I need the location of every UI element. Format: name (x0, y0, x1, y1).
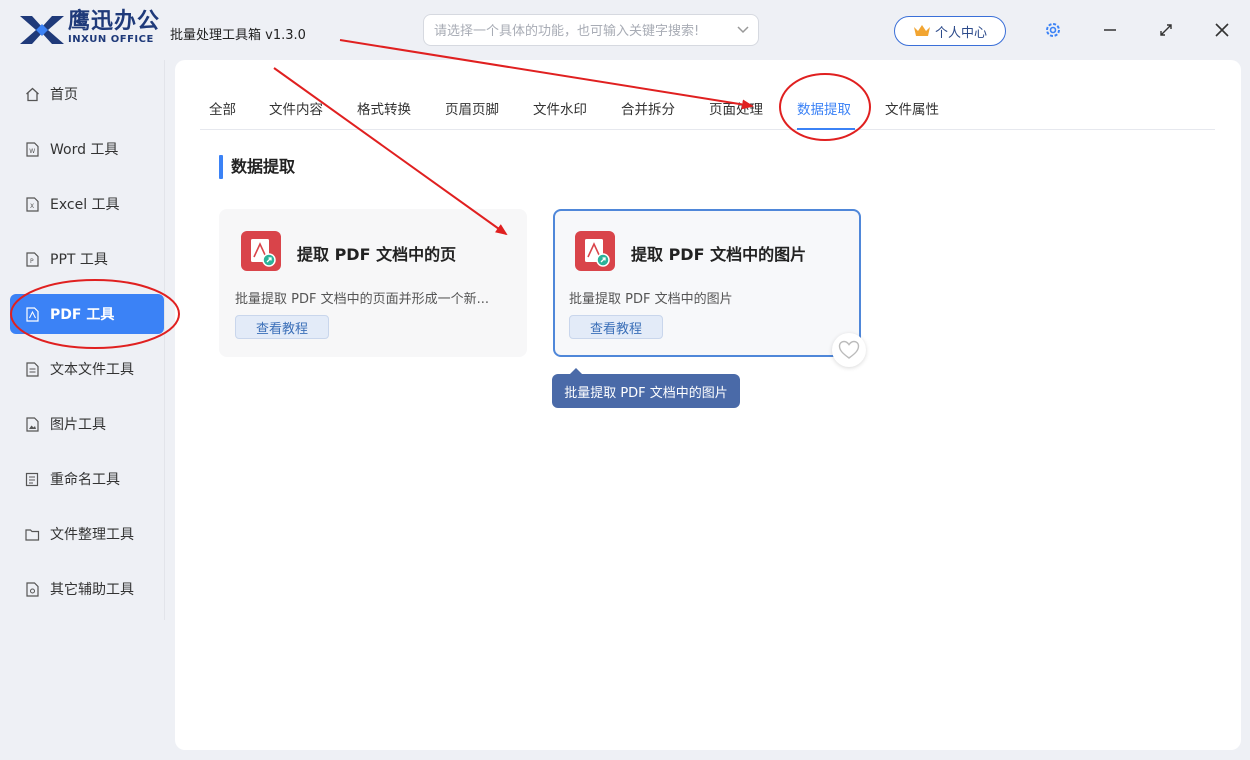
sidebar-item-label: PPT 工具 (50, 252, 108, 268)
sidebar-item-label: 首页 (50, 87, 78, 103)
card-title: 提取 PDF 文档中的图片 (631, 245, 807, 264)
sidebar-item-label: 文本文件工具 (50, 362, 134, 378)
user-center-label: 个人中心 (934, 25, 987, 41)
gear-icon[interactable] (1043, 20, 1063, 40)
sidebar-item-word[interactable]: W Word 工具 (10, 129, 164, 169)
sidebar-item-label: 重命名工具 (50, 472, 120, 488)
sidebar-item-label: 文件整理工具 (50, 527, 134, 543)
brand-name: 鹰迅办公 (68, 9, 161, 34)
search-box[interactable] (423, 14, 759, 46)
svg-text:W: W (29, 148, 35, 155)
sidebar-item-ppt[interactable]: P PPT 工具 (10, 239, 164, 279)
tab-merge-split[interactable]: 合并拆分 (621, 98, 675, 118)
tab-format-convert[interactable]: 格式转换 (357, 98, 411, 118)
sidebar-item-label: 其它辅助工具 (50, 582, 134, 598)
folder-icon (24, 526, 40, 542)
crown-icon (913, 25, 930, 36)
tab-data-extraction[interactable]: 数据提取 (797, 98, 851, 118)
svg-text:P: P (30, 258, 34, 265)
tooltip-arrow (570, 368, 582, 374)
sidebar-item-label: 图片工具 (50, 417, 106, 433)
text-file-icon (24, 361, 40, 377)
ppt-file-icon: P (24, 251, 40, 267)
tab-page-processing[interactable]: 页面处理 (709, 98, 763, 118)
sidebar-item-excel[interactable]: X Excel 工具 (10, 184, 164, 224)
tab-all[interactable]: 全部 (209, 98, 236, 118)
sidebar-item-rename[interactable]: 重命名工具 (10, 459, 164, 499)
sidebar-item-image[interactable]: 图片工具 (10, 404, 164, 444)
feature-card-extract-pages[interactable]: 提取 PDF 文档中的页 批量提取 PDF 文档中的页面并形成一个新... 查看… (219, 209, 527, 357)
sidebar-item-pdf[interactable]: PDF 工具 (10, 294, 164, 334)
word-file-icon: W (24, 141, 40, 157)
home-icon (24, 86, 40, 102)
view-tutorial-button[interactable]: 查看教程 (235, 315, 329, 339)
sidebar-item-label: Excel 工具 (50, 197, 120, 213)
pdf-extract-icon (575, 231, 615, 271)
user-center-button[interactable]: 个人中心 (894, 16, 1006, 46)
tab-watermark[interactable]: 文件水印 (533, 98, 587, 118)
tooltip: 批量提取 PDF 文档中的图片 (552, 368, 740, 408)
tab-file-content[interactable]: 文件内容 (269, 98, 323, 118)
section-title: 数据提取 (219, 155, 295, 179)
brand-name-en: INXUN OFFICE (68, 34, 154, 45)
sidebar-item-home[interactable]: 首页 (10, 74, 164, 114)
sidebar-item-organize[interactable]: 文件整理工具 (10, 514, 164, 554)
tools-file-icon (24, 581, 40, 597)
chevron-down-icon[interactable] (736, 23, 750, 37)
sidebar-item-label: PDF 工具 (50, 307, 115, 323)
sidebar: 首页 W Word 工具 X Excel 工具 P PPT 工具 PDF 工具 … (0, 60, 165, 760)
pdf-file-icon (24, 306, 40, 322)
section-title-text: 数据提取 (231, 157, 296, 176)
tooltip-text: 批量提取 PDF 文档中的图片 (564, 385, 728, 401)
brand-logo-icon (20, 16, 64, 44)
brand: 鹰迅办公 INXUN OFFICE (68, 10, 160, 46)
tab-bar: 全部 文件内容 格式转换 页眉页脚 文件水印 合并拆分 页面处理 数据提取 文件… (200, 88, 1215, 130)
title-bar: 鹰迅办公 INXUN OFFICE 批量处理工具箱 v1.3.0 个人中心 (0, 0, 1250, 60)
minimize-icon[interactable] (1100, 20, 1120, 40)
view-tutorial-button[interactable]: 查看教程 (569, 315, 663, 339)
card-description: 批量提取 PDF 文档中的页面并形成一个新... (235, 292, 489, 307)
main-panel: 全部 文件内容 格式转换 页眉页脚 文件水印 合并拆分 页面处理 数据提取 文件… (175, 60, 1241, 750)
card-title: 提取 PDF 文档中的页 (297, 245, 457, 264)
pdf-extract-icon (241, 231, 281, 271)
active-tab-indicator (797, 128, 855, 130)
rename-icon (24, 471, 40, 487)
excel-file-icon: X (24, 196, 40, 212)
feature-card-extract-images[interactable]: 提取 PDF 文档中的图片 批量提取 PDF 文档中的图片 查看教程 (553, 209, 861, 357)
tab-file-properties[interactable]: 文件属性 (885, 98, 939, 118)
sidebar-item-label: Word 工具 (50, 142, 119, 158)
favorite-heart-icon[interactable] (832, 333, 866, 367)
image-file-icon (24, 416, 40, 432)
sidebar-item-text[interactable]: 文本文件工具 (10, 349, 164, 389)
svg-text:X: X (30, 203, 34, 210)
maximize-icon[interactable] (1156, 20, 1176, 40)
sidebar-item-other[interactable]: 其它辅助工具 (10, 569, 164, 609)
tab-header-footer[interactable]: 页眉页脚 (445, 98, 499, 118)
card-description: 批量提取 PDF 文档中的图片 (569, 292, 733, 307)
search-input[interactable] (434, 21, 724, 41)
sidebar-divider (164, 60, 165, 620)
app-title: 批量处理工具箱 v1.3.0 (170, 28, 306, 43)
close-icon[interactable] (1212, 20, 1232, 40)
section-accent-bar (219, 155, 223, 179)
